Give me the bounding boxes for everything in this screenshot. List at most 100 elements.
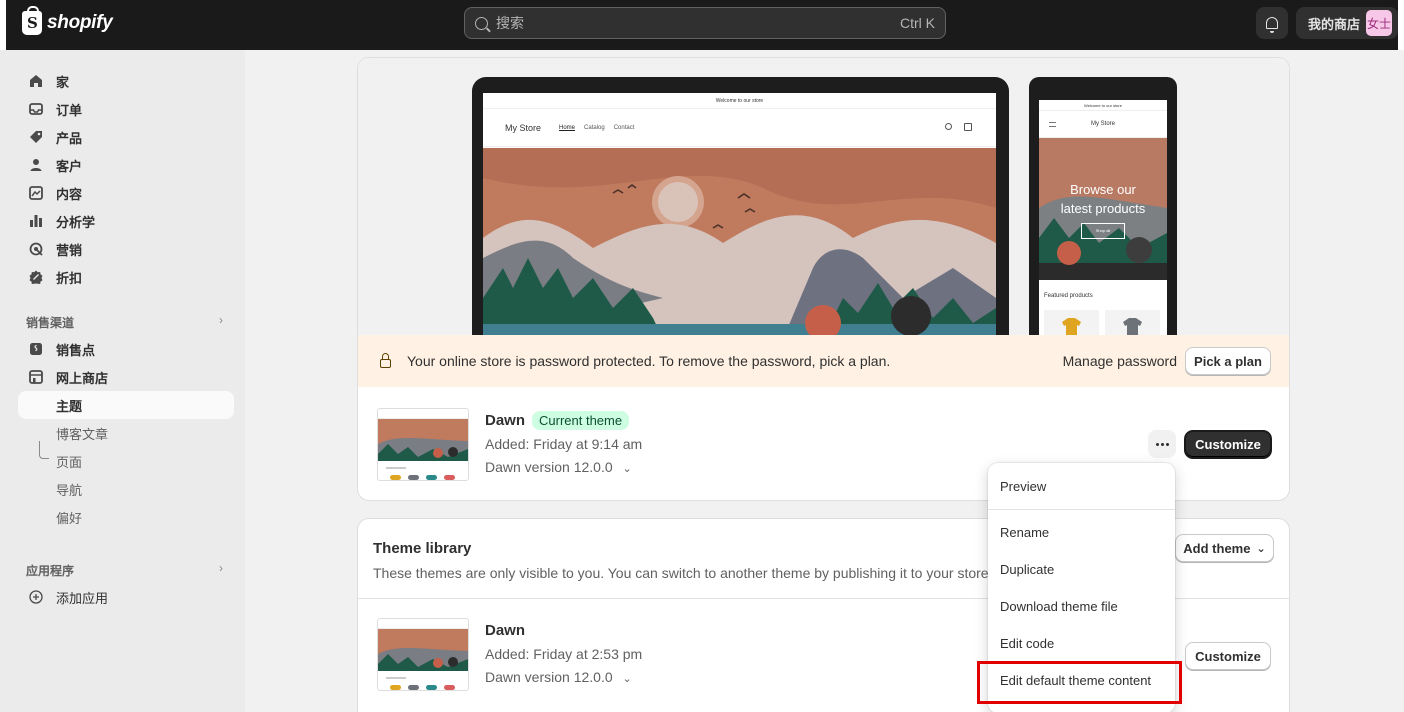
thumbnail-illustration [378,419,468,461]
phone-announcement: Welcome to our store [1039,100,1167,111]
customize-button[interactable]: Customize [1185,431,1271,458]
apps-title[interactable]: 应用程序 [26,562,74,579]
store-nav-contact: Contact [613,124,635,131]
theme-version[interactable]: Dawn version 12.0.0 ⌄ [485,459,632,475]
dot [1155,442,1159,446]
tag-icon [28,129,44,145]
highlight-box [977,661,1182,704]
sidebar-item-navigation[interactable]: 导航 [18,475,234,503]
sidebar: 家 订单 产品 客户 内容 分析学 营销 折扣 销售渠道 › 销售点 网上商店 … [6,50,245,712]
store-menu-button[interactable]: 我的商店 女士 [1296,7,1398,39]
lock-icon [380,352,391,368]
theme-name: Dawn [485,622,526,639]
bell-icon [1266,17,1278,33]
chevron-right-icon[interactable]: › [219,561,223,575]
shopify-bag-icon: S [22,6,42,35]
theme-version-label: Dawn version 12.0.0 [485,459,613,475]
theme-name: Dawn [485,412,526,429]
store-icon [28,369,44,385]
banner-text: Your online store is password protected.… [407,353,891,369]
sidebar-item-add-app[interactable]: 添加应用 [18,583,234,611]
sidebar-item-label: 折扣 [56,270,83,286]
dot [1165,442,1169,446]
sidebar-item-label: 产品 [56,130,83,146]
sidebar-item-themes[interactable]: 主题 [18,391,234,419]
shopify-logo[interactable]: S shopify [22,6,113,35]
more-actions-button[interactable] [1148,430,1176,458]
chevron-down-icon: ⌄ [622,673,632,685]
menu-item-download[interactable]: Download theme file [1000,599,1118,614]
phone-screen: Welcome to our store My Store Browse our… [1039,100,1167,335]
plus-circle-icon [28,589,44,605]
phone-hero-line1: Browse our [1070,182,1136,197]
image-icon [28,185,44,201]
home-icon [28,73,44,89]
customize-button[interactable]: Customize [1185,642,1271,670]
store-header: My Store Home Catalog Contact [483,109,996,147]
theme-added: Added: Friday at 9:14 am [485,436,643,452]
sales-channels-title[interactable]: 销售渠道 [26,314,74,331]
sidebar-item-analytics[interactable]: 分析学 [18,207,234,235]
person-icon [28,157,44,173]
theme-library-description: These themes are only visible to you. Yo… [373,565,988,581]
chevron-right-icon[interactable]: › [219,313,223,327]
sidebar-item-label: 内容 [56,186,83,202]
theme-version-label: Dawn version 12.0.0 [485,669,613,685]
top-bar: S shopify 搜索 Ctrl K 我的商店 女士 [0,0,1404,50]
sidebar-item-online-store[interactable]: 网上商店 [18,363,234,391]
store-nav-catalog: Catalog [584,124,605,131]
password-banner: Your online store is password protected.… [358,335,1289,387]
sidebar-item-customers[interactable]: 客户 [18,151,234,179]
sidebar-item-pages[interactable]: 页面 [18,447,234,475]
sidebar-item-preferences[interactable]: 偏好 [18,503,234,531]
menu-divider [988,509,1175,510]
menu-item-rename[interactable]: Rename [1000,525,1049,540]
phone-featured-title: Featured products [1044,293,1093,299]
theme-thumbnail[interactable] [377,408,469,481]
menu-item-duplicate[interactable]: Duplicate [1000,562,1054,577]
brand-name: shopify [47,12,113,33]
sidebar-item-orders[interactable]: 订单 [18,95,234,123]
store-title: My Store [505,122,542,133]
search-input[interactable]: 搜索 Ctrl K [464,7,946,39]
manage-password-link[interactable]: Manage password [1063,353,1177,369]
announcement-bar: Welcome to our store [483,93,996,109]
sidebar-item-content[interactable]: 内容 [18,179,234,207]
store-nav-home: Home [559,124,576,131]
sidebar-item-home[interactable]: 家 [18,67,234,95]
add-theme-button[interactable]: Add theme ⌄ [1175,534,1274,562]
sidebar-item-label: 博客文章 [56,426,109,442]
theme-version[interactable]: Dawn version 12.0.0 ⌄ [485,669,632,685]
pick-plan-button[interactable]: Pick a plan [1185,347,1271,375]
sidebar-item-products[interactable]: 产品 [18,123,234,151]
chevron-down-icon: ⌄ [622,463,632,475]
sidebar-item-label: 网上商店 [56,370,109,386]
sidebar-item-marketing[interactable]: 营销 [18,235,234,263]
sidebar-item-label: 销售点 [56,342,96,358]
add-theme-label: Add theme [1183,540,1251,556]
menu-item-edit-code[interactable]: Edit code [1000,636,1054,651]
target-icon [28,241,44,257]
sidebar-item-label: 营销 [56,242,83,258]
menu-item-preview[interactable]: Preview [1000,479,1046,494]
menu-icon [1049,122,1056,127]
current-theme-badge: Current theme [532,411,630,430]
laptop-screen: Welcome to our store My Store Home Catal… [483,93,996,335]
avatar: 女士 [1366,10,1393,36]
sidebar-item-label: 导航 [56,482,83,498]
search-icon [945,123,952,130]
sidebar-item-discounts[interactable]: 折扣 [18,263,234,291]
phone-hero-text: Browse our latest products [1039,180,1167,218]
cart-icon [964,123,972,131]
theme-preview[interactable]: Welcome to our store My Store Home Catal… [358,58,1289,335]
notifications-button[interactable] [1256,7,1288,39]
sidebar-item-label: 主题 [56,398,83,414]
bar-chart-icon [28,213,44,229]
phone-store-title: My Store [1090,121,1115,127]
thumbnail-illustration [378,629,468,671]
search-shortcut: Ctrl K [900,15,935,31]
sidebar-item-pos[interactable]: 销售点 [18,335,234,363]
theme-thumbnail[interactable] [377,618,469,691]
hero-illustration [483,148,996,335]
sidebar-item-blog-posts[interactable]: 博客文章 [18,419,234,447]
